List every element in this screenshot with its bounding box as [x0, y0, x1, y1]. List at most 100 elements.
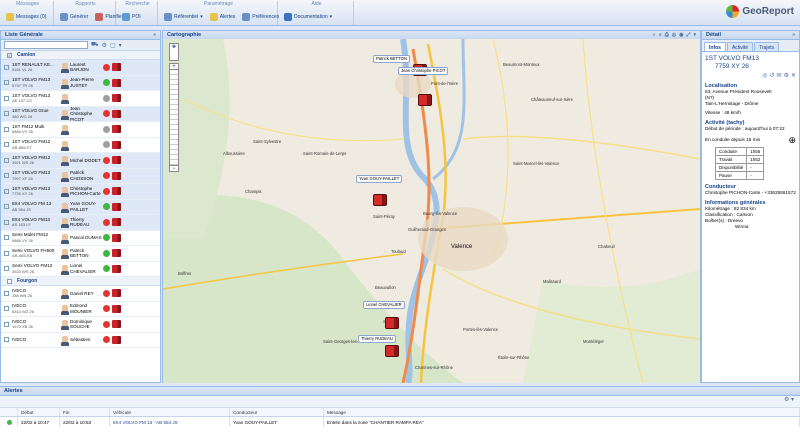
chevron-down-icon[interactable]: ▾: [693, 32, 696, 38]
col-debut[interactable]: Début: [18, 408, 60, 416]
truck-icon[interactable]: [112, 335, 121, 344]
layers-icon[interactable]: ◐: [653, 32, 656, 38]
vehicle-checkbox[interactable]: ✓: [4, 204, 9, 210]
settings-icon[interactable]: ⚙: [784, 73, 789, 79]
group-header[interactable]: ✓ Camion: [1, 51, 160, 60]
search-input[interactable]: [4, 41, 88, 49]
truck-icon[interactable]: [112, 320, 121, 329]
pan-control[interactable]: ✥: [169, 43, 179, 61]
history-icon[interactable]: ↺: [770, 73, 775, 79]
col-message[interactable]: Message: [324, 408, 800, 416]
vehicle-checkbox[interactable]: [4, 250, 9, 256]
truck-icon[interactable]: [112, 289, 121, 298]
col-fin[interactable]: Fin: [60, 408, 110, 416]
truck-icon[interactable]: [112, 171, 121, 180]
chevron-down-icon[interactable]: ▾: [119, 42, 122, 49]
truck-icon[interactable]: [112, 304, 121, 313]
vehicle-checkbox[interactable]: [4, 266, 9, 272]
truck-icon[interactable]: [112, 156, 121, 165]
vehicle-row[interactable]: 1ST FM12 Multi 6884 VV 26: [1, 122, 160, 138]
truck-icon[interactable]: [112, 233, 121, 242]
measure-icon[interactable]: ◎: [672, 32, 676, 38]
truck-marker-icon[interactable]: [418, 94, 432, 106]
truck-icon[interactable]: [112, 218, 121, 227]
collapse-icon[interactable]: «: [153, 32, 156, 38]
message-icon[interactable]: ✉: [777, 73, 782, 79]
vehicle-checkbox[interactable]: ✓: [4, 219, 9, 225]
tab-activite[interactable]: Activité: [726, 42, 754, 51]
zoom-in-button[interactable]: +: [169, 63, 179, 70]
map-canvas[interactable]: ✥ + − Beaumont-Monteux Pont-de-l'Isère Châ…: [163, 39, 700, 383]
alert-vehicle-link[interactable]: 8X4 VOLVO FM 13 - AB 554 JS: [113, 420, 178, 425]
alert-row[interactable]: 22/02 à 10:47 22/02 à 10:53 8X4 VOLVO FM…: [0, 417, 800, 427]
preferences-button[interactable]: Préférences: [240, 11, 281, 23]
vehicle-row[interactable]: Semi Mulet FM12 9866 VV 26 Pascal DUMAS: [1, 231, 160, 246]
vehicle-marker-label[interactable]: Thierry RUDEAU: [358, 335, 396, 343]
vehicle-checkbox[interactable]: [4, 290, 9, 296]
tab-infos[interactable]: Infos: [704, 42, 726, 51]
truck-marker-icon[interactable]: [385, 317, 399, 329]
vehicle-checkbox[interactable]: [4, 321, 9, 327]
zoom-out-button[interactable]: −: [169, 165, 179, 172]
vehicle-checkbox[interactable]: [4, 337, 9, 343]
truck-icon[interactable]: [112, 125, 121, 134]
truck-icon[interactable]: [112, 249, 121, 258]
vehicle-row[interactable]: ✓ 1ST VOLVO FM13 7997 XF 26 Patrick CHOSSON: [1, 168, 160, 184]
messages-button[interactable]: Messages (0): [4, 11, 48, 23]
vehicle-row[interactable]: ✓ 1ST VOLVO FM13 7759 XY 26 Christophe PICH…: [1, 184, 160, 200]
vehicle-row[interactable]: ✓ 1ST RENAULT KE... 5161 VL 26 Laurent BARJ…: [1, 60, 160, 76]
vehicle-marker-label[interactable]: Patrick BETTON: [373, 55, 410, 63]
vehicle-row[interactable]: IVECO 1970 XB 26 Dominique SOUCHE: [1, 317, 160, 333]
vehicle-row[interactable]: ✓ 8X4 VOLVO FM 13 AB 554 JS Yvan GOUY-PAILL…: [1, 199, 160, 215]
tab-trajets[interactable]: Trajets: [754, 42, 780, 51]
vehicle-checkbox[interactable]: ✓: [4, 111, 9, 117]
col-vehicule[interactable]: Véhicule: [110, 408, 230, 416]
truck-icon[interactable]: [112, 78, 121, 87]
fullscreen-icon[interactable]: ⤢: [686, 32, 690, 38]
generer-button[interactable]: Générer: [58, 11, 90, 23]
vehicle-checkbox[interactable]: ✓: [4, 157, 9, 163]
col-conducteur[interactable]: Conducteur: [230, 408, 324, 416]
vehicle-checkbox[interactable]: ✓: [4, 64, 9, 70]
group-checkbox[interactable]: ✓: [7, 52, 12, 58]
vehicle-row[interactable]: ✓ 1ST VOLVO FM12 3921 WS 26 Michel DODET: [1, 153, 160, 169]
vehicle-checkbox[interactable]: ✓: [4, 80, 9, 86]
vehicle-marker-label[interactable]: Lionel CHEVALIER: [363, 301, 405, 309]
truck-icon[interactable]: [112, 264, 121, 273]
vehicle-row[interactable]: 1ST VOLVO FM13 AE 137 CS: [1, 91, 160, 107]
referentiel-button[interactable]: Référentiel ▾: [162, 11, 205, 23]
settings-icon[interactable]: ⚙ ▾: [784, 396, 794, 403]
locate-icon[interactable]: ◎: [762, 73, 767, 79]
vehicle-checkbox[interactable]: ✓: [4, 188, 9, 194]
truck-icon[interactable]: [112, 140, 121, 149]
collapse-icon[interactable]: »: [792, 32, 795, 38]
vehicle-marker-label[interactable]: Jean Christophe PICOT: [398, 67, 449, 75]
vehicle-row[interactable]: IVECO Sébastien: [1, 333, 160, 348]
print-icon[interactable]: ⎙: [665, 32, 669, 38]
truck-icon[interactable]: [112, 187, 121, 196]
vehicle-checkbox[interactable]: [4, 142, 9, 148]
truck-icon[interactable]: [112, 202, 121, 211]
globe-icon[interactable]: ◉: [679, 32, 683, 38]
settings-icon[interactable]: ⚙: [102, 42, 107, 49]
truck-icon[interactable]: [112, 94, 121, 103]
vehicle-checkbox[interactable]: ✓: [4, 173, 9, 179]
vehicle-row[interactable]: 1ST VOLVO FM12 AR-865-FT: [1, 138, 160, 153]
zoom-area-icon[interactable]: ⌕: [659, 32, 662, 38]
documentation-button[interactable]: Documentation ▾: [282, 11, 334, 23]
view-icon[interactable]: ▢: [110, 42, 116, 49]
group-checkbox[interactable]: [7, 278, 12, 284]
vehicle-row[interactable]: IVECO 138 WN 26 Daniel REY: [1, 286, 160, 302]
truck-icon[interactable]: [112, 63, 121, 72]
truck-filter-icon[interactable]: ⛟: [91, 41, 99, 49]
vehicle-marker-label[interactable]: Yvan GOUY-PAILLET: [356, 175, 403, 183]
vehicle-checkbox[interactable]: [4, 235, 9, 241]
vehicle-row[interactable]: Semi VOLVO FM12 3923 WS 26 Lionel CHEVALIE…: [1, 262, 160, 277]
vehicle-checkbox[interactable]: [4, 95, 9, 101]
vehicle-row[interactable]: ✓ 1ST VOLVO Grue 380 WG 26 Jean Christophe …: [1, 106, 160, 122]
zoom-slider[interactable]: [169, 70, 179, 165]
vehicle-checkbox[interactable]: [4, 126, 9, 132]
close-icon[interactable]: ✕: [791, 73, 796, 79]
vehicle-row[interactable]: Semi VOLVO FH500 AR-465-EB Patrick BETTON: [1, 246, 160, 262]
alertes-button[interactable]: Alertes: [208, 11, 238, 23]
